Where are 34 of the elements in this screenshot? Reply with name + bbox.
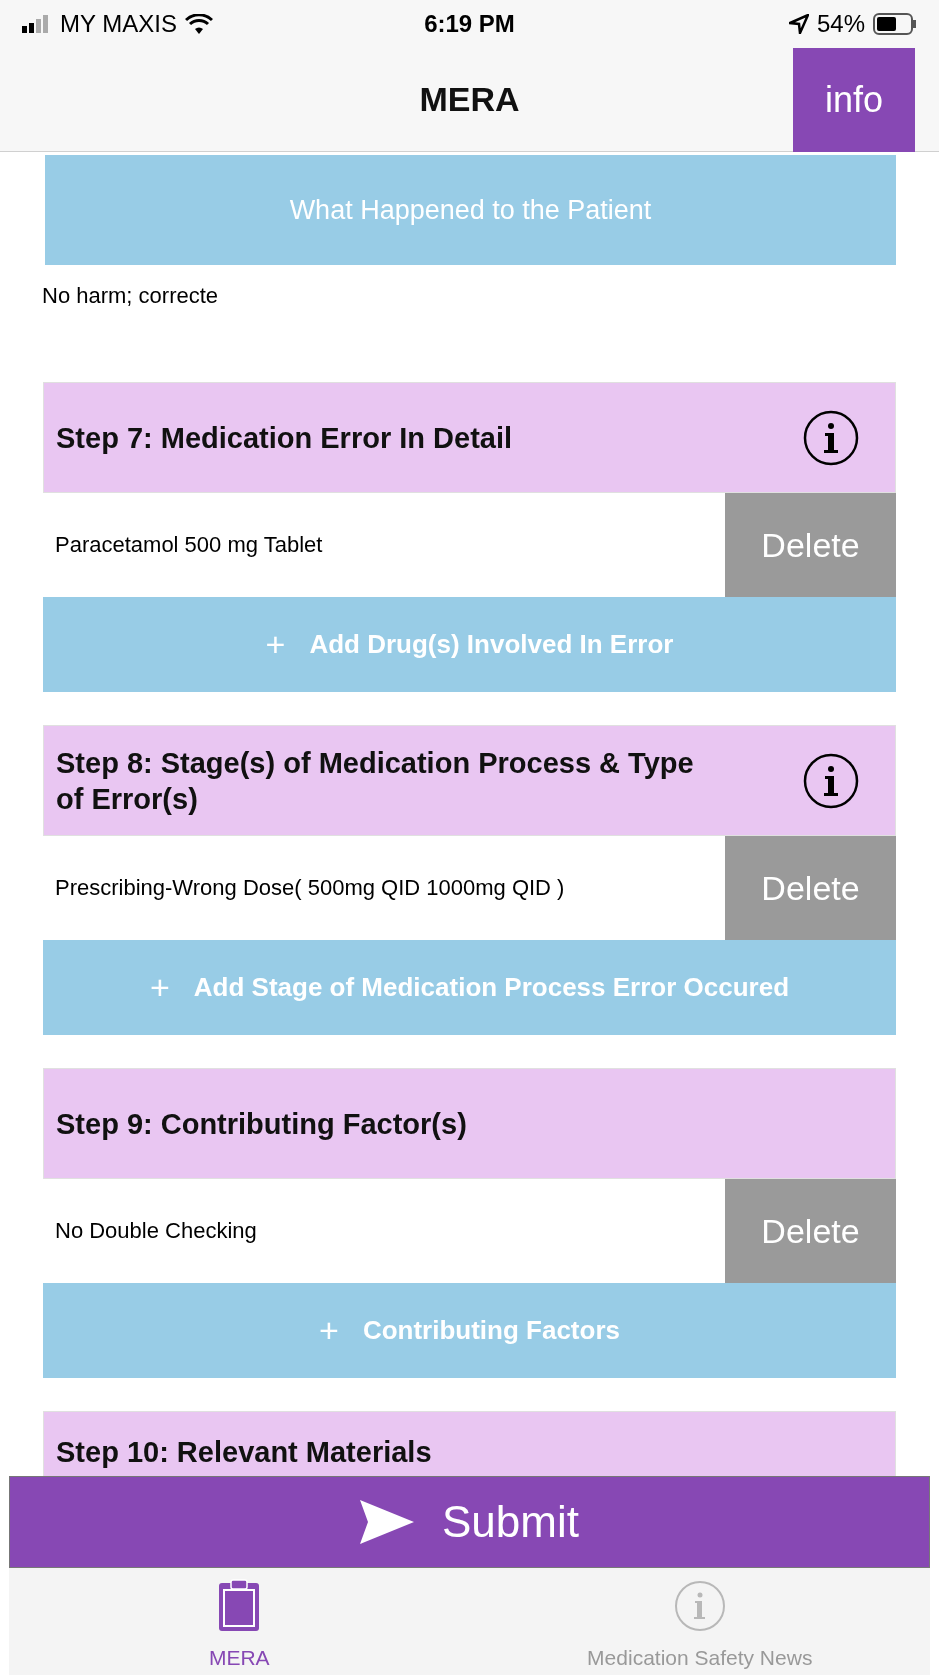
info-icon[interactable]: [803, 752, 859, 809]
plus-icon: +: [319, 1305, 339, 1356]
list-item-text: Paracetamol 500 mg Tablet: [54, 531, 324, 559]
location-arrow-icon: [788, 14, 809, 34]
add-button[interactable]: + Contributing Factors: [43, 1283, 896, 1378]
list-item-text: Prescribing-Wrong Dose( 500mg QID 1000mg QID ): [54, 874, 566, 902]
plus-icon: +: [149, 962, 170, 1013]
info-button[interactable]: info: [793, 48, 915, 152]
step-title: Step 9: Contributing Factor(s): [56, 1106, 468, 1142]
tab-bar-item[interactable]: Medication Safety News: [469, 1568, 930, 1675]
tab-bar-item[interactable]: MERA: [9, 1568, 470, 1675]
answer-text: No harm; correcte: [42, 282, 220, 310]
app-title: MERA: [419, 79, 520, 120]
carrier-name: MY MAXIS: [60, 9, 177, 39]
delete-button[interactable]: Delete: [725, 493, 896, 597]
battery-icon: [873, 13, 917, 35]
step-title: Step 7: Medication Error In Detail: [56, 420, 514, 456]
battery-percent: 54%: [816, 9, 865, 39]
delete-button[interactable]: Delete: [725, 1179, 896, 1283]
info-icon: [673, 1579, 726, 1632]
submit-button[interactable]: Submit: [9, 1476, 930, 1568]
clipboard-icon: [218, 1577, 261, 1632]
step-title: Step 10: Relevant Materials: [56, 1435, 433, 1470]
add-button[interactable]: + Add Stage of Medication Process Error Occured: [43, 940, 896, 1035]
send-icon: [360, 1500, 414, 1544]
plus-icon: +: [265, 619, 286, 670]
step-title: Step 8: Stage(s) of Medication Process & Type of Error(s): [56, 745, 695, 817]
list-item-text: No Double Checking: [54, 1217, 258, 1245]
delete-button[interactable]: Delete: [725, 836, 896, 940]
info-icon[interactable]: [803, 409, 859, 466]
wifi-icon: [184, 14, 213, 34]
add-button[interactable]: + Add Drug(s) Involved In Error: [43, 597, 896, 692]
clock-time: 6:19 PM: [424, 9, 515, 39]
banner-title: What Happened to the Patient: [289, 193, 652, 227]
